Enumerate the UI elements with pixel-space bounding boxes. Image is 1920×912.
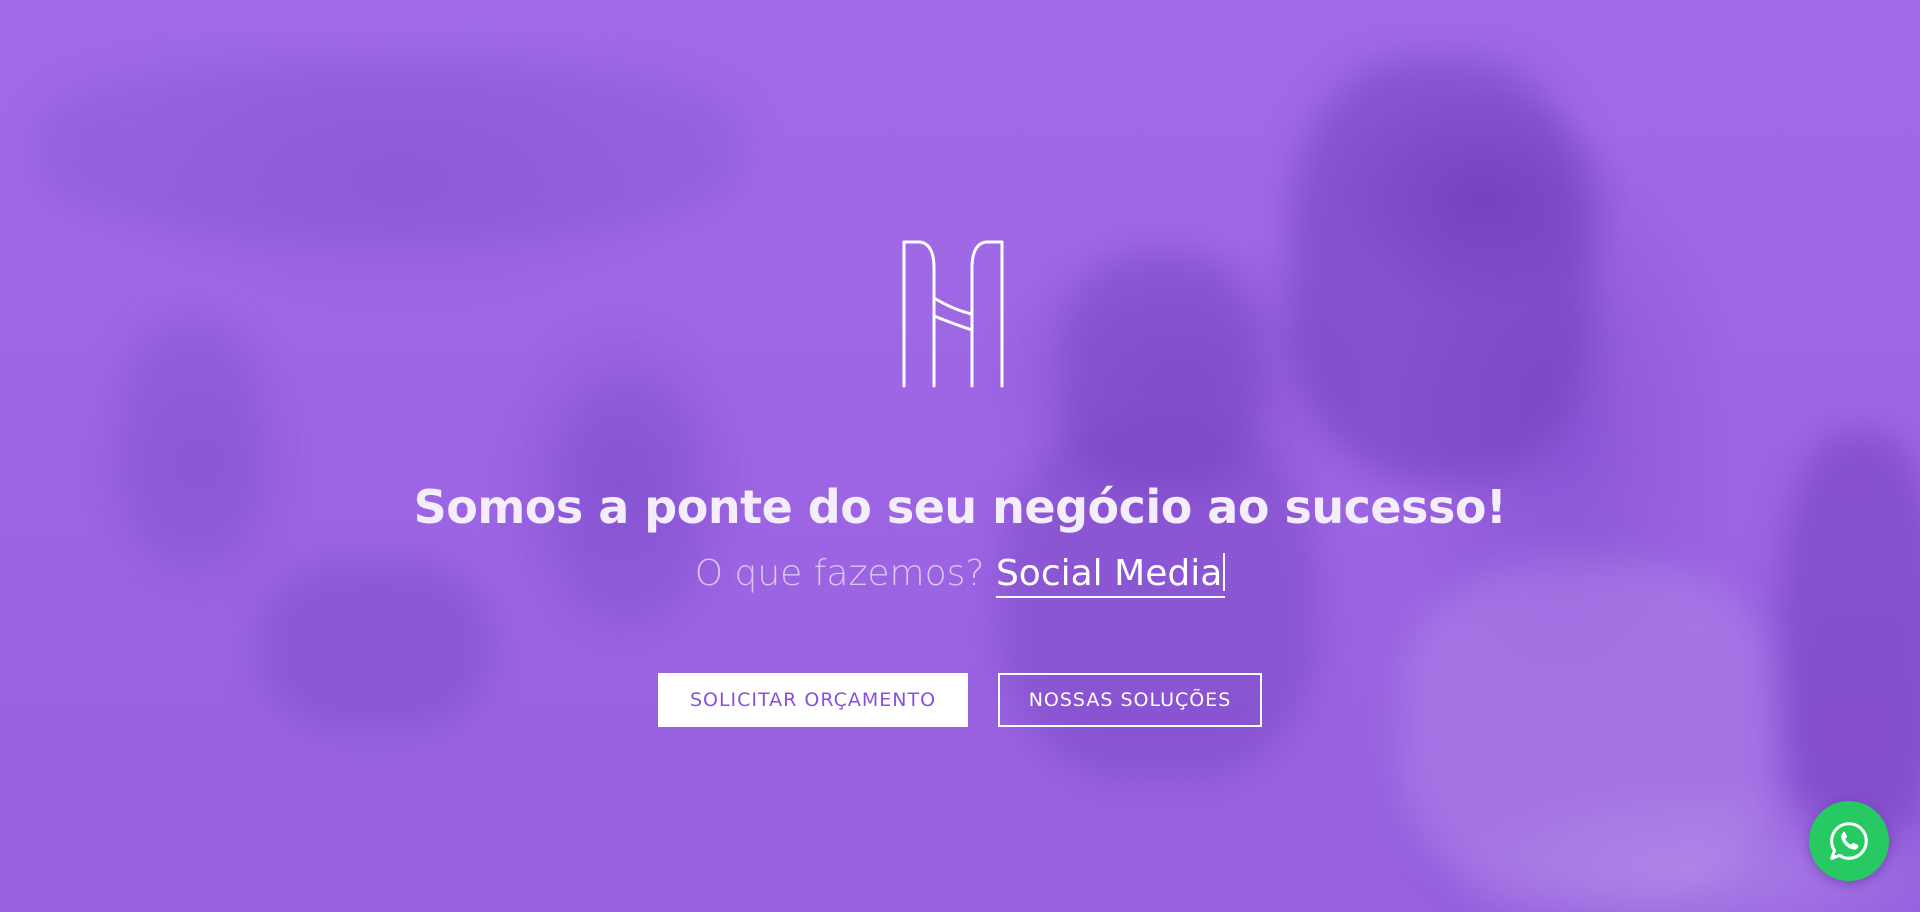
hero-headline: Somos a ponte do seu negócio ao sucesso! bbox=[413, 480, 1507, 534]
our-solutions-button[interactable]: NOSSAS SOLUÇÕES bbox=[998, 673, 1262, 727]
whatsapp-button[interactable] bbox=[1809, 801, 1889, 881]
hero-subtitle: O que fazemos? Social Media bbox=[0, 548, 1920, 600]
request-quote-button[interactable]: SOLICITAR ORÇAMENTO bbox=[658, 673, 968, 727]
background-blur-shape bbox=[40, 60, 740, 240]
background-blur-shape bbox=[1290, 60, 1590, 480]
typing-cursor bbox=[1223, 553, 1226, 591]
hero-background bbox=[0, 0, 1920, 912]
whatsapp-icon bbox=[1830, 822, 1868, 860]
background-blur-shape bbox=[1400, 560, 1780, 900]
subtitle-prefix: O que fazemos? bbox=[694, 553, 985, 594]
subtitle-typed-text: Social Media bbox=[995, 553, 1226, 598]
bridge-logo-icon bbox=[902, 240, 1004, 388]
typed-word: Social Media bbox=[995, 553, 1223, 594]
